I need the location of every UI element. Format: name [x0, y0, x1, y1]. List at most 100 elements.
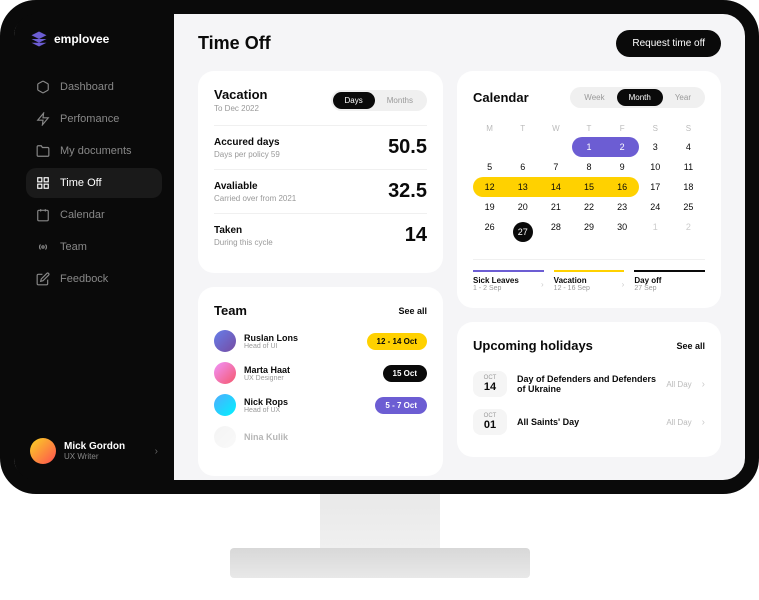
nav-label: Feedbock [60, 273, 108, 285]
avatar [214, 330, 236, 352]
holiday-row[interactable]: OCT 14 Day of Defenders and Defenders of… [473, 365, 705, 403]
cal-day[interactable]: 18 [672, 177, 705, 197]
cal-day[interactable]: 22 [572, 197, 605, 217]
cal-day[interactable]: 23 [606, 197, 639, 217]
cal-day[interactable]: 2 [672, 217, 705, 247]
chevron-right-icon: › [541, 280, 544, 289]
date-badge: 15 Oct [383, 365, 427, 382]
sidebar: emplovee Dashboard Perfomance My documen… [14, 12, 174, 482]
vacation-subtitle: To Dec 2022 [214, 104, 267, 113]
legend-sick[interactable]: Sick Leaves 1 - 2 Sep › [473, 270, 544, 292]
grid-icon [36, 176, 50, 190]
tab-months[interactable]: Months [375, 92, 425, 109]
bar-icon [554, 270, 625, 272]
legend-dayoff[interactable]: Day off 27 Sep [634, 270, 705, 292]
cal-day[interactable] [473, 137, 506, 157]
cal-day[interactable] [506, 137, 539, 157]
nav-documents[interactable]: My documents [26, 136, 162, 166]
cal-day[interactable]: 16 [606, 177, 639, 197]
cal-day[interactable]: 17 [639, 177, 672, 197]
cal-day[interactable]: 13 [506, 177, 539, 197]
vacation-card: Vacation To Dec 2022 Days Months Accured… [198, 71, 443, 273]
nav-label: Time Off [60, 177, 102, 189]
avatar [214, 394, 236, 416]
cal-day[interactable]: 9 [606, 157, 639, 177]
cal-day[interactable]: 3 [639, 137, 672, 157]
vacation-tabs: Days Months [331, 90, 427, 111]
team-card: Team See all Ruslan LonsHead of UI 12 - … [198, 287, 443, 476]
nav-dashboard[interactable]: Dashboard [26, 72, 162, 102]
page-title: Time Off [198, 33, 271, 54]
user-name: Mick Gordon [64, 441, 147, 452]
team-member[interactable]: Marta HaatUX Designer 15 Oct [214, 362, 427, 384]
cal-day[interactable]: 27 [506, 217, 539, 247]
team-member[interactable]: Ruslan LonsHead of UI 12 - 14 Oct [214, 330, 427, 352]
holidays-title: Upcoming holidays [473, 338, 593, 353]
cal-day[interactable]: 30 [606, 217, 639, 247]
page-header: Time Off Request time off [198, 30, 721, 57]
cal-day[interactable]: 15 [572, 177, 605, 197]
stat-available: Avaliable Carried over from 2021 32.5 [214, 169, 427, 213]
holidays-card: Upcoming holidays See all OCT 14 Day of … [457, 322, 721, 457]
calendar-title: Calendar [473, 90, 529, 105]
holidays-see-all[interactable]: See all [676, 341, 705, 351]
user-info: Mick Gordon UX Writer [64, 441, 147, 461]
main: Time Off Request time off Vacation To De… [174, 12, 745, 482]
cal-day[interactable]: 25 [672, 197, 705, 217]
cal-day[interactable]: 12 [473, 177, 506, 197]
nav-feedback[interactable]: Feedbock [26, 264, 162, 294]
nav: Dashboard Perfomance My documents Time O… [26, 72, 162, 432]
cal-day[interactable]: 29 [572, 217, 605, 247]
cube-icon [36, 80, 50, 94]
cal-day[interactable]: 10 [639, 157, 672, 177]
nav-performance[interactable]: Perfomance [26, 104, 162, 134]
legend-vacation[interactable]: Vacation 12 - 16 Sep › [554, 270, 625, 292]
nav-team[interactable]: Team [26, 232, 162, 262]
date-chip: OCT 01 [473, 409, 507, 435]
cal-day[interactable]: 7 [539, 157, 572, 177]
chevron-right-icon: › [702, 417, 705, 428]
stat-taken: Taken During this cycle 14 [214, 213, 427, 257]
tab-month[interactable]: Month [617, 89, 663, 106]
tab-year[interactable]: Year [663, 89, 703, 106]
nav-timeoff[interactable]: Time Off [26, 168, 162, 198]
cal-day[interactable]: 5 [473, 157, 506, 177]
cal-day[interactable]: 4 [672, 137, 705, 157]
calendar-tabs: Week Month Year [570, 87, 705, 108]
nav-label: Calendar [60, 209, 105, 221]
cal-day[interactable]: 2 [606, 137, 639, 157]
cal-day[interactable]: 24 [639, 197, 672, 217]
chevron-right-icon: › [702, 379, 705, 390]
edit-icon [36, 272, 50, 286]
team-member[interactable]: Nick RopsHead of UX 5 - 7 Oct [214, 394, 427, 416]
tab-days[interactable]: Days [333, 92, 375, 109]
chevron-right-icon: › [622, 280, 625, 289]
cal-day[interactable]: 14 [539, 177, 572, 197]
avatar [30, 438, 56, 464]
logo[interactable]: emplovee [26, 30, 162, 48]
user-menu[interactable]: Mick Gordon UX Writer › [26, 432, 162, 470]
cal-day[interactable]: 19 [473, 197, 506, 217]
holiday-row[interactable]: OCT 01 All Saints' Day All Day › [473, 403, 705, 441]
cal-day[interactable]: 6 [506, 157, 539, 177]
cal-day[interactable]: 8 [572, 157, 605, 177]
cube-logo-icon [30, 30, 48, 48]
stat-accrued: Accured days Days per policy 59 50.5 [214, 125, 427, 169]
nav-calendar[interactable]: Calendar [26, 200, 162, 230]
cal-day[interactable]: 11 [672, 157, 705, 177]
cal-day[interactable]: 20 [506, 197, 539, 217]
tab-week[interactable]: Week [572, 89, 616, 106]
cal-day[interactable]: 21 [539, 197, 572, 217]
cal-day[interactable] [539, 137, 572, 157]
cal-day[interactable]: 1 [639, 217, 672, 247]
cal-day[interactable]: 28 [539, 217, 572, 247]
bar-icon [634, 270, 705, 272]
request-timeoff-button[interactable]: Request time off [616, 30, 721, 57]
calendar-legend: Sick Leaves 1 - 2 Sep › Vacation 12 - 16… [473, 259, 705, 292]
chevron-right-icon: › [155, 446, 158, 457]
team-member[interactable]: Nina Kulik [214, 426, 427, 448]
cal-day[interactable]: 26 [473, 217, 506, 247]
team-see-all[interactable]: See all [398, 306, 427, 316]
cal-day[interactable]: 1 [572, 137, 605, 157]
calendar-card: Calendar Week Month Year M T W T F S [457, 71, 721, 308]
